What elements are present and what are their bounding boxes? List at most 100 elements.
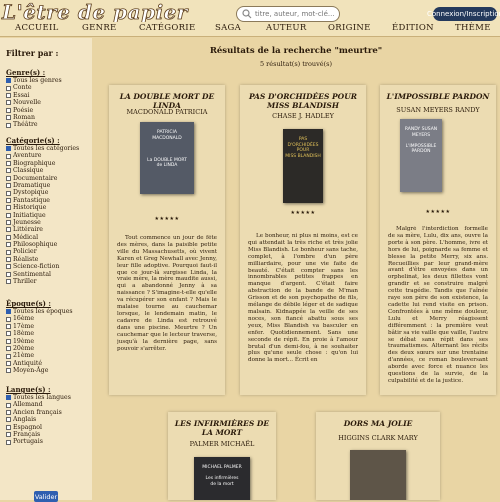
nav-origine[interactable]: ORIGINE xyxy=(328,23,371,33)
filter-option[interactable]: Littéraire xyxy=(6,226,90,233)
checkbox[interactable] xyxy=(6,242,11,248)
nav-saga[interactable]: SAGA xyxy=(215,23,241,33)
filter-option[interactable]: Portugais xyxy=(6,438,90,445)
filter-option[interactable]: Historique xyxy=(6,204,90,211)
nav-genre[interactable]: GENRE xyxy=(82,23,117,33)
login-button[interactable]: Connexion/Inscription xyxy=(427,7,500,21)
checkbox[interactable] xyxy=(6,353,11,359)
checkbox[interactable] xyxy=(6,220,11,226)
filter-option[interactable]: Espagnol xyxy=(6,424,90,431)
filter-option[interactable]: 18ème xyxy=(6,330,90,337)
filter-option[interactable]: Classique xyxy=(6,167,90,174)
book-title[interactable]: LES INFIRMIÈRES DE LA MORT xyxy=(172,419,272,437)
filter-option[interactable]: Toutes les catégories xyxy=(6,145,90,152)
filter-option[interactable]: Science-fiction xyxy=(6,263,90,270)
checkbox[interactable] xyxy=(6,78,11,84)
checkbox[interactable] xyxy=(6,279,11,285)
checkbox[interactable] xyxy=(6,212,11,218)
checkbox[interactable] xyxy=(6,439,11,445)
filter-option[interactable]: Conte xyxy=(6,84,90,91)
checkbox[interactable] xyxy=(6,249,11,255)
book-card[interactable]: DORS MA JOLIE HIGGINS CLARK MARY xyxy=(316,412,440,500)
filter-option[interactable]: Théâtre xyxy=(6,121,90,128)
filter-option[interactable]: Aventure xyxy=(6,152,90,159)
filter-option[interactable]: Anglais xyxy=(6,416,90,423)
checkbox[interactable] xyxy=(6,183,11,189)
checkbox[interactable] xyxy=(6,122,11,128)
book-card[interactable]: PAS D'ORCHIDÉES POUR MISS BLANDISH CHASE … xyxy=(240,85,366,395)
filter-option[interactable]: 16ème xyxy=(6,315,90,322)
book-cover[interactable]: MICHAEL PALMER Les infirmières de la mort xyxy=(194,457,250,500)
checkbox[interactable] xyxy=(6,395,11,401)
filter-option[interactable]: 20ème xyxy=(6,345,90,352)
checkbox[interactable] xyxy=(6,409,11,415)
book-author[interactable]: HIGGINS CLARK MARY xyxy=(320,434,436,442)
filter-option[interactable]: Ancien français xyxy=(6,409,90,416)
filter-option[interactable]: Toutes les langues xyxy=(6,394,90,401)
nav-auteur[interactable]: AUTEUR xyxy=(266,23,307,33)
checkbox[interactable] xyxy=(6,360,11,366)
nav-accueil[interactable]: ACCUEIL xyxy=(15,23,59,33)
filter-option[interactable]: 19ème xyxy=(6,338,90,345)
filter-option[interactable]: Documentaire xyxy=(6,175,90,182)
book-card[interactable]: LA DOUBLE MORT DE LINDA MACDONALD PATRICI… xyxy=(109,85,225,395)
filter-option[interactable]: Antiquité xyxy=(6,360,90,367)
book-title[interactable]: L'IMPOSSIBLE PARDON xyxy=(384,92,492,102)
checkbox[interactable] xyxy=(6,309,11,315)
filter-option[interactable]: Dystopique xyxy=(6,189,90,196)
checkbox[interactable] xyxy=(6,316,11,322)
filter-option[interactable]: Allemand xyxy=(6,401,90,408)
checkbox[interactable] xyxy=(6,368,11,374)
book-cover[interactable]: RANDY SUSAN MEYERS L'IMPOSSIBLE PARDON xyxy=(400,119,442,192)
filter-option[interactable]: Policier xyxy=(6,248,90,255)
checkbox[interactable] xyxy=(6,92,11,98)
filter-option[interactable]: Philosophique xyxy=(6,241,90,248)
book-author[interactable]: CHASE J. HADLEY xyxy=(244,112,362,120)
checkbox[interactable] xyxy=(6,424,11,430)
checkbox[interactable] xyxy=(6,417,11,423)
book-cover[interactable] xyxy=(350,450,406,500)
checkbox[interactable] xyxy=(6,234,11,240)
checkbox[interactable] xyxy=(6,338,11,344)
filter-option[interactable]: Jeunesse xyxy=(6,219,90,226)
book-author[interactable]: SUSAN MEYERS RANDY xyxy=(384,106,492,114)
book-title[interactable]: DORS MA JOLIE xyxy=(320,419,436,429)
checkbox[interactable] xyxy=(6,197,11,203)
filter-option[interactable]: Réaliste xyxy=(6,256,90,263)
checkbox[interactable] xyxy=(6,205,11,211)
filter-option[interactable]: Médical xyxy=(6,234,90,241)
checkbox[interactable] xyxy=(6,264,11,270)
filter-option[interactable]: 17ème xyxy=(6,323,90,330)
checkbox[interactable] xyxy=(6,432,11,438)
filter-option[interactable]: Français xyxy=(6,431,90,438)
checkbox[interactable] xyxy=(6,271,11,277)
filter-option[interactable]: Toutes les époques xyxy=(6,308,90,315)
filter-option[interactable]: Nouvelle xyxy=(6,99,90,106)
filter-option[interactable]: Moyen-Âge xyxy=(6,367,90,374)
book-card[interactable]: L'IMPOSSIBLE PARDON SUSAN MEYERS RANDY RAN… xyxy=(380,85,496,395)
checkbox[interactable] xyxy=(6,402,11,408)
filter-option[interactable]: Biographique xyxy=(6,160,90,167)
filter-option[interactable]: Initiatique xyxy=(6,212,90,219)
filter-option[interactable]: Tous les genres xyxy=(6,77,90,84)
apply-filters-button[interactable]: Valider xyxy=(34,491,58,502)
search-input[interactable] xyxy=(255,10,335,18)
filter-option[interactable]: Roman xyxy=(6,114,90,121)
checkbox[interactable] xyxy=(6,257,11,263)
book-author[interactable]: MACDONALD PATRICIA xyxy=(113,108,221,116)
checkbox[interactable] xyxy=(6,168,11,174)
nav-theme[interactable]: THÈME xyxy=(455,23,491,33)
checkbox[interactable] xyxy=(6,346,11,352)
checkbox[interactable] xyxy=(6,175,11,181)
book-card[interactable]: LES INFIRMIÈRES DE LA MORT PALMER MICHAËL… xyxy=(168,412,276,500)
checkbox[interactable] xyxy=(6,107,11,113)
checkbox[interactable] xyxy=(6,85,11,91)
filter-option[interactable]: Thriller xyxy=(6,278,90,285)
checkbox[interactable] xyxy=(6,323,11,329)
book-cover[interactable]: PATRICIA MACDONALD La DOUBLE MORT de LINDA xyxy=(140,122,194,194)
checkbox[interactable] xyxy=(6,160,11,166)
search-box[interactable] xyxy=(236,6,340,22)
nav-edition[interactable]: ÉDITION xyxy=(392,23,434,33)
checkbox[interactable] xyxy=(6,227,11,233)
filter-option[interactable]: Fantastique xyxy=(6,197,90,204)
